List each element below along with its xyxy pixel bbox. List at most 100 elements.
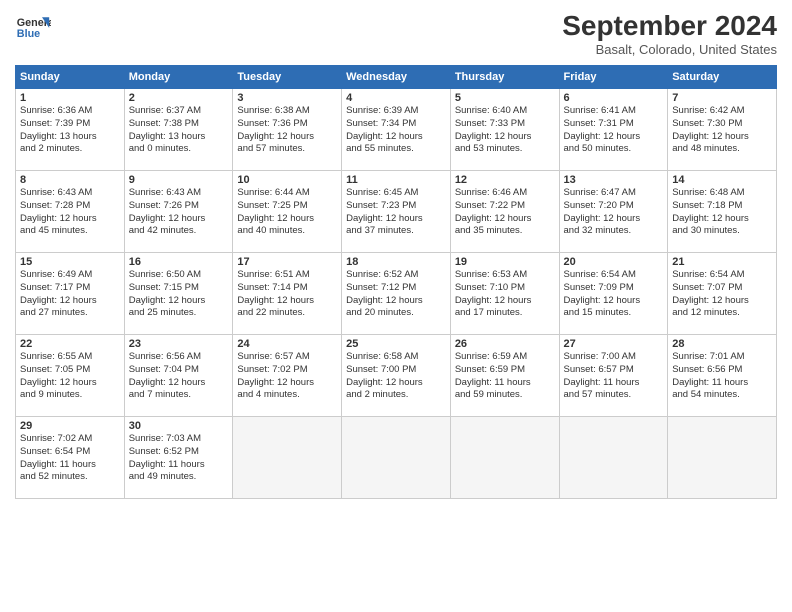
day-info-line: Sunset: 7:15 PM <box>129 282 199 293</box>
day-info: Sunrise: 6:40 AMSunset: 7:33 PMDaylight:… <box>455 105 555 156</box>
day-info-line: Daylight: 12 hours <box>564 213 641 224</box>
calendar-cell <box>233 417 342 499</box>
calendar-cell: 20Sunrise: 6:54 AMSunset: 7:09 PMDayligh… <box>559 253 668 335</box>
calendar-cell: 15Sunrise: 6:49 AMSunset: 7:17 PMDayligh… <box>16 253 125 335</box>
day-info-line: and 2 minutes. <box>20 143 82 154</box>
day-info-line: Sunrise: 6:50 AM <box>129 269 201 280</box>
day-info-line: and 12 minutes. <box>672 307 740 318</box>
day-info-line: Daylight: 12 hours <box>455 295 532 306</box>
day-info-line: Daylight: 12 hours <box>564 295 641 306</box>
day-info-line: Sunset: 7:04 PM <box>129 364 199 375</box>
day-number: 2 <box>129 92 229 104</box>
day-info-line: Sunset: 7:28 PM <box>20 200 90 211</box>
day-info-line: Sunrise: 6:59 AM <box>455 351 527 362</box>
day-info-line: Sunrise: 6:56 AM <box>129 351 201 362</box>
day-info-line: and 55 minutes. <box>346 143 414 154</box>
day-info-line: Daylight: 11 hours <box>20 459 96 470</box>
day-info-line: Sunrise: 6:36 AM <box>20 105 92 116</box>
day-info-line: Daylight: 13 hours <box>20 131 97 142</box>
day-info-line: Daylight: 12 hours <box>20 377 97 388</box>
day-number: 29 <box>20 420 120 432</box>
day-info-line: Daylight: 12 hours <box>129 377 206 388</box>
day-info-line: Sunset: 7:00 PM <box>346 364 416 375</box>
day-info-line: Sunset: 7:20 PM <box>564 200 634 211</box>
day-info-line: Sunset: 7:33 PM <box>455 118 525 129</box>
day-info-line: Sunset: 7:34 PM <box>346 118 416 129</box>
day-info-line: Sunrise: 6:37 AM <box>129 105 201 116</box>
calendar-cell: 2Sunrise: 6:37 AMSunset: 7:38 PMDaylight… <box>124 89 233 171</box>
day-number: 10 <box>237 174 337 186</box>
day-info-line: and 32 minutes. <box>564 225 632 236</box>
calendar-cell: 23Sunrise: 6:56 AM Sunset: 7:04 PM Dayligh… <box>124 335 233 417</box>
calendar-cell: 12Sunrise: 6:46 AMSunset: 7:22 PMDayligh… <box>450 171 559 253</box>
day-info-line: Sunrise: 6:58 AM <box>346 351 418 362</box>
header: General Blue September 2024 Basalt, Colo… <box>15 10 777 57</box>
day-info-line: Sunset: 7:36 PM <box>237 118 307 129</box>
calendar-cell: 17Sunrise: 6:51 AMSunset: 7:14 PMDayligh… <box>233 253 342 335</box>
day-info-line: and 53 minutes. <box>455 143 523 154</box>
day-info-line: Daylight: 12 hours <box>346 131 423 142</box>
day-info-line: Daylight: 11 hours <box>672 377 748 388</box>
calendar-week-4: 29Sunrise: 7:02 AMSunset: 6:54 PMDayligh… <box>16 417 777 499</box>
day-number: 18 <box>346 256 446 268</box>
day-info-line: Sunset: 7:31 PM <box>564 118 634 129</box>
day-number: 26 <box>455 338 555 350</box>
col-friday: Friday <box>559 66 668 89</box>
day-info-line: Daylight: 12 hours <box>20 213 97 224</box>
day-info-line: Sunset: 7:22 PM <box>455 200 525 211</box>
title-section: September 2024 Basalt, Colorado, United … <box>562 10 777 57</box>
calendar-cell <box>450 417 559 499</box>
day-info-line: Sunrise: 6:43 AM <box>129 187 201 198</box>
day-info: Sunrise: 6:37 AMSunset: 7:38 PMDaylight:… <box>129 105 229 156</box>
day-info-line: and 57 minutes. <box>237 143 305 154</box>
day-info: Sunrise: 6:51 AMSunset: 7:14 PMDaylight:… <box>237 269 337 320</box>
calendar-cell: 19Sunrise: 6:53 AMSunset: 7:10 PMDayligh… <box>450 253 559 335</box>
day-number: 5 <box>455 92 555 104</box>
day-info: Sunrise: 6:39 AMSunset: 7:34 PMDaylight:… <box>346 105 446 156</box>
day-number: 23 <box>129 338 229 350</box>
calendar-cell: 18Sunrise: 6:52 AMSunset: 7:12 PMDayligh… <box>342 253 451 335</box>
calendar-cell: 10Sunrise: 6:44 AMSunset: 7:25 PMDayligh… <box>233 171 342 253</box>
day-info-line: and 17 minutes. <box>455 307 523 318</box>
calendar-cell: 28Sunrise: 7:01 AMSunset: 6:56 PMDayligh… <box>668 335 777 417</box>
day-info: Sunrise: 7:03 AM Sunset: 6:52 PM Daylight:… <box>129 433 229 484</box>
day-info: Sunrise: 6:50 AMSunset: 7:15 PMDaylight:… <box>129 269 229 320</box>
day-number: 8 <box>20 174 120 186</box>
day-info-line: Daylight: 11 hours <box>129 459 205 470</box>
day-number: 28 <box>672 338 772 350</box>
day-info-line: Sunset: 7:39 PM <box>20 118 90 129</box>
day-info-line: and 20 minutes. <box>346 307 414 318</box>
day-info: Sunrise: 7:00 AMSunset: 6:57 PMDaylight:… <box>564 351 664 402</box>
col-thursday: Thursday <box>450 66 559 89</box>
day-info-line: Sunrise: 7:03 AM <box>129 433 201 444</box>
day-info: Sunrise: 6:46 AMSunset: 7:22 PMDaylight:… <box>455 187 555 238</box>
day-info-line: Sunset: 7:02 PM <box>237 364 307 375</box>
day-info: Sunrise: 6:36 AM Sunset: 7:39 PM Daylight:… <box>20 105 120 156</box>
calendar-cell: 8Sunrise: 6:43 AMSunset: 7:28 PMDaylight… <box>16 171 125 253</box>
day-info-line: Sunset: 7:25 PM <box>237 200 307 211</box>
day-info: Sunrise: 6:58 AMSunset: 7:00 PMDaylight:… <box>346 351 446 402</box>
day-info-line: Sunset: 7:10 PM <box>455 282 525 293</box>
col-wednesday: Wednesday <box>342 66 451 89</box>
svg-text:Blue: Blue <box>17 28 40 40</box>
day-number: 30 <box>129 420 229 432</box>
logo-icon: General Blue <box>15 10 51 46</box>
day-number: 12 <box>455 174 555 186</box>
day-info-line: Sunset: 6:52 PM <box>129 446 199 457</box>
day-info-line: and 57 minutes. <box>564 389 632 400</box>
day-info-line: Daylight: 12 hours <box>129 213 206 224</box>
day-info-line: and 2 minutes. <box>346 389 408 400</box>
day-info-line: Sunset: 6:57 PM <box>564 364 634 375</box>
day-number: 11 <box>346 174 446 186</box>
col-saturday: Saturday <box>668 66 777 89</box>
day-info-line: Sunrise: 6:55 AM <box>20 351 92 362</box>
calendar-cell: 22Sunrise: 6:55 AMSunset: 7:05 PMDayligh… <box>16 335 125 417</box>
day-info: Sunrise: 6:53 AMSunset: 7:10 PMDaylight:… <box>455 269 555 320</box>
calendar-cell: 21Sunrise: 6:54 AMSunset: 7:07 PMDayligh… <box>668 253 777 335</box>
day-info-line: Sunrise: 7:01 AM <box>672 351 744 362</box>
day-info-line: Sunset: 7:30 PM <box>672 118 742 129</box>
calendar-cell: 30Sunrise: 7:03 AM Sunset: 6:52 PM Dayligh… <box>124 417 233 499</box>
calendar-table: Sunday Monday Tuesday Wednesday Thursday… <box>15 65 777 499</box>
day-info-line: Sunset: 7:14 PM <box>237 282 307 293</box>
day-info-line: Daylight: 11 hours <box>564 377 640 388</box>
